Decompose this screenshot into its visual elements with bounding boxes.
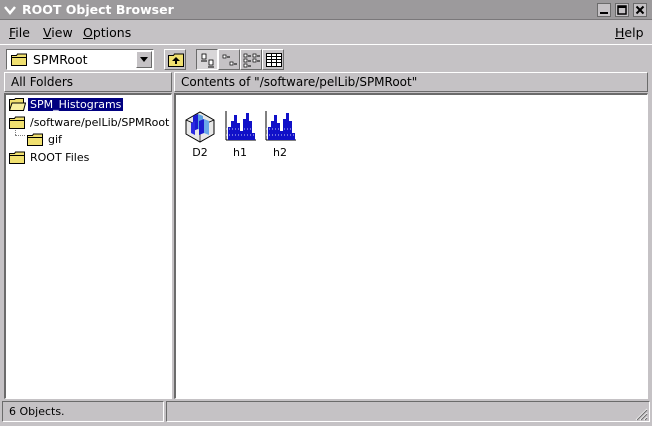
menu-view[interactable]: View xyxy=(43,25,73,40)
menu-view-label: iew xyxy=(51,25,73,40)
object-h1[interactable]: h1 xyxy=(220,109,260,161)
up-folder-button[interactable] xyxy=(164,49,186,70)
folder-icon xyxy=(11,53,27,66)
contents-header: Contents of "/software/pelLib/SPMRoot" xyxy=(174,72,648,92)
large-icons-view-button[interactable] xyxy=(196,49,218,70)
up-folder-icon xyxy=(168,53,184,67)
menu-options[interactable]: Options xyxy=(83,25,131,40)
status-message-area xyxy=(166,401,650,422)
contents-view[interactable]: D2 h1 h2 xyxy=(174,93,648,399)
title-bar[interactable]: ROOT Object Browser xyxy=(0,0,652,20)
tree-item-spm-histograms[interactable]: SPM_Histograms xyxy=(9,97,169,113)
window-title: ROOT Object Browser xyxy=(22,2,174,17)
tree-connector xyxy=(15,135,25,136)
menu-help-key: H xyxy=(615,25,625,40)
list-view-icon xyxy=(243,53,260,68)
folder-tree[interactable]: SPM_Histograms /software/pelLib/SPMRoot … xyxy=(4,93,172,399)
combo-dropdown-button[interactable] xyxy=(136,51,152,68)
object-h2[interactable]: h2 xyxy=(260,109,300,161)
menu-help[interactable]: Help xyxy=(615,25,644,40)
object-label: h2 xyxy=(273,146,287,159)
small-icons-view-button[interactable] xyxy=(218,49,240,70)
histogram-icon xyxy=(225,111,256,141)
list-view-button[interactable] xyxy=(240,49,262,70)
menu-options-key: O xyxy=(83,25,93,40)
folder-combo-box[interactable]: SPMRoot xyxy=(6,49,154,70)
menu-options-label: ptions xyxy=(92,25,132,40)
tree-item-label: gif xyxy=(48,133,62,146)
folder-icon xyxy=(9,116,25,129)
toolbar: SPMRoot xyxy=(0,44,652,72)
large-icons-icon xyxy=(201,53,214,68)
tree-item-gif[interactable]: gif xyxy=(27,132,167,148)
tree-item-spmroot-path[interactable]: /software/pelLib/SPMRoot xyxy=(9,115,169,131)
tree-item-root-files[interactable]: ROOT Files xyxy=(9,150,169,166)
maximize-icon[interactable] xyxy=(615,3,629,17)
object-d2[interactable]: D2 xyxy=(180,109,220,161)
minimize-icon[interactable] xyxy=(597,3,611,17)
status-object-count: 6 Objects. xyxy=(2,401,164,422)
lego-2d-histogram-icon xyxy=(185,111,215,143)
dropdown-arrow-icon xyxy=(140,57,148,62)
folder-combo-value: SPMRoot xyxy=(33,52,88,67)
tree-item-label: /software/pelLib/SPMRoot xyxy=(30,116,170,129)
menu-file[interactable]: File xyxy=(9,25,30,40)
folder-icon xyxy=(27,133,43,146)
object-label: h1 xyxy=(233,146,247,159)
tree-item-label: ROOT Files xyxy=(30,151,90,164)
window-menu-icon[interactable] xyxy=(3,3,17,17)
object-label: D2 xyxy=(192,146,208,159)
details-view-icon xyxy=(266,53,282,67)
close-icon[interactable] xyxy=(633,3,647,17)
all-folders-header: All Folders xyxy=(4,72,172,92)
details-view-button[interactable] xyxy=(262,49,284,70)
resize-grip-icon[interactable] xyxy=(634,407,648,421)
open-folder-icon xyxy=(9,98,26,111)
small-icons-icon xyxy=(222,54,237,66)
histogram-icon xyxy=(265,111,296,141)
folder-icon xyxy=(9,151,25,164)
menu-help-label: elp xyxy=(624,25,644,40)
menu-file-label: ile xyxy=(15,25,30,40)
tree-item-label: SPM_Histograms xyxy=(26,97,125,112)
menu-bar: File View Options Help xyxy=(0,20,652,44)
